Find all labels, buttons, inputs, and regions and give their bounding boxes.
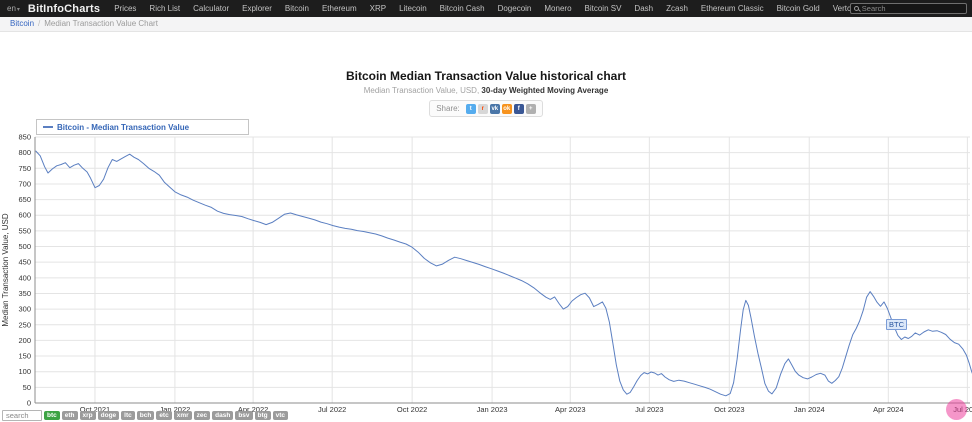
footer-search-input[interactable]: [2, 409, 42, 421]
svg-text:Jan 2023: Jan 2023: [477, 405, 508, 414]
btc-annotation[interactable]: BTC: [886, 319, 907, 330]
coin-tag-btg[interactable]: btg: [254, 410, 271, 420]
svg-text:50: 50: [23, 383, 31, 392]
svg-text:Median Transaction Value, USD: Median Transaction Value, USD: [1, 213, 10, 326]
nav-item-bitcoin-gold[interactable]: Bitcoin Gold: [777, 4, 820, 13]
nav-item-ethereum-classic[interactable]: Ethereum Classic: [701, 4, 764, 13]
nav-item-litecoin[interactable]: Litecoin: [399, 4, 427, 13]
nav-item-calculator[interactable]: Calculator: [193, 4, 229, 13]
nav-item-vertcoin[interactable]: Vertcoin: [833, 4, 850, 13]
cursor-highlight: [946, 399, 967, 420]
svg-text:100: 100: [18, 367, 31, 376]
chart-area[interactable]: 0 50 100 150 200 250 300 350 400 450 500 550 600 650 7…: [0, 115, 972, 415]
share-icons: t r vk ok f +: [464, 103, 536, 114]
svg-text:0: 0: [27, 399, 31, 408]
svg-text:Oct 2022: Oct 2022: [397, 405, 427, 414]
nav-item-dash[interactable]: Dash: [634, 4, 653, 13]
legend-line-swatch: [43, 126, 53, 128]
search-icon: [853, 6, 859, 11]
nav-item-rich-list[interactable]: Rich List: [149, 4, 180, 13]
svg-text:Jan 2024: Jan 2024: [794, 405, 825, 414]
chart-subtitle: Median Transaction Value, USD, 30-day We…: [0, 86, 972, 95]
breadcrumb-separator: /: [38, 19, 41, 28]
nav-item-explorer[interactable]: Explorer: [242, 4, 272, 13]
nav-item-bitcoin[interactable]: Bitcoin: [285, 4, 309, 13]
more-share-icon[interactable]: +: [525, 104, 536, 114]
svg-text:800: 800: [18, 148, 31, 157]
nav-item-dogecoin[interactable]: Dogecoin: [498, 4, 532, 13]
footer-tagbar: btcethxrpdogeltcbchetcxmrzecdashbsvbtgvt…: [2, 409, 289, 421]
brand-logo[interactable]: BitInfoCharts: [28, 3, 100, 15]
svg-text:750: 750: [18, 164, 31, 173]
svg-text:300: 300: [18, 305, 31, 314]
svg-text:400: 400: [18, 273, 31, 282]
svg-text:600: 600: [18, 211, 31, 220]
top-navbar: en▾ BitInfoCharts Prices Rich List Calcula…: [0, 0, 972, 17]
nav-item-zcash[interactable]: Zcash: [666, 4, 688, 13]
svg-text:850: 850: [18, 133, 31, 142]
language-selector[interactable]: en▾: [7, 4, 20, 13]
vk-share-icon[interactable]: vk: [489, 104, 500, 114]
svg-text:200: 200: [18, 336, 31, 345]
coin-tag-btc[interactable]: btc: [44, 410, 60, 420]
svg-text:450: 450: [18, 258, 31, 267]
language-label: en: [7, 4, 16, 13]
reddit-share-icon[interactable]: r: [477, 104, 488, 114]
svg-text:550: 550: [18, 226, 31, 235]
coin-tag-etc[interactable]: etc: [156, 410, 172, 420]
nav-search-box[interactable]: [849, 3, 967, 14]
svg-text:500: 500: [18, 242, 31, 251]
svg-text:Oct 2023: Oct 2023: [714, 405, 744, 414]
nav-item-ethereum[interactable]: Ethereum: [322, 4, 357, 13]
coin-tag-bch[interactable]: bch: [136, 410, 155, 420]
nav-search-input[interactable]: [861, 4, 963, 13]
nav-item-bitcoin-cash[interactable]: Bitcoin Cash: [440, 4, 485, 13]
svg-text:250: 250: [18, 320, 31, 329]
chart-legend: Bitcoin - Median Transaction Value: [36, 119, 249, 135]
coin-tag-vtc[interactable]: vtc: [272, 410, 289, 420]
svg-text:Apr 2024: Apr 2024: [873, 405, 903, 414]
coin-tag-dash[interactable]: dash: [212, 410, 234, 420]
svg-text:350: 350: [18, 289, 31, 298]
coin-tag-xrp[interactable]: xrp: [79, 410, 96, 420]
chart-svg[interactable]: 0 50 100 150 200 250 300 350 400 450 500 550 600 650 7…: [0, 115, 972, 415]
coin-tag-ltc[interactable]: ltc: [121, 410, 135, 420]
nav-item-prices[interactable]: Prices: [114, 4, 136, 13]
main-nav: Prices Rich List Calculator Explorer Bitcoin…: [114, 4, 850, 13]
svg-text:Apr 2023: Apr 2023: [555, 405, 585, 414]
subtitle-plain: Median Transaction Value, USD,: [363, 86, 480, 95]
twitter-share-icon[interactable]: t: [465, 104, 476, 114]
nav-item-monero[interactable]: Monero: [544, 4, 571, 13]
coin-tag-xmr[interactable]: xmr: [173, 410, 192, 420]
coin-tag-zec[interactable]: zec: [193, 410, 211, 420]
breadcrumb-current: Median Transaction Value Chart: [44, 19, 158, 28]
title-block: Bitcoin Median Transaction Value histori…: [0, 69, 972, 117]
svg-text:150: 150: [18, 352, 31, 361]
coin-tag-eth[interactable]: eth: [61, 410, 78, 420]
svg-text:Jul 2023: Jul 2023: [635, 405, 663, 414]
breadcrumb: Bitcoin / Median Transaction Value Chart: [0, 17, 972, 32]
share-label: Share:: [436, 104, 460, 113]
svg-text:700: 700: [18, 179, 31, 188]
odnoklassniki-share-icon[interactable]: ok: [501, 104, 512, 114]
coin-tag-doge[interactable]: doge: [97, 410, 120, 420]
chevron-down-icon: ▾: [16, 7, 20, 13]
legend-label: Bitcoin - Median Transaction Value: [57, 122, 190, 132]
nav-item-xrp[interactable]: XRP: [370, 4, 386, 13]
svg-text:Jul 2022: Jul 2022: [318, 405, 346, 414]
nav-item-bitcoin-sv[interactable]: Bitcoin SV: [585, 4, 622, 13]
coin-tags: btc eth xrp doge ltc bch etc xmr zec dash bsv btg vt…: [44, 410, 289, 420]
page-title: Bitcoin Median Transaction Value histori…: [345, 69, 627, 83]
facebook-share-icon[interactable]: f: [513, 104, 524, 114]
svg-text:650: 650: [18, 195, 31, 204]
subtitle-bold: 30-day Weighted Moving Average: [481, 86, 609, 95]
coin-tag-bsv[interactable]: bsv: [235, 410, 253, 420]
breadcrumb-root-link[interactable]: Bitcoin: [10, 19, 34, 28]
